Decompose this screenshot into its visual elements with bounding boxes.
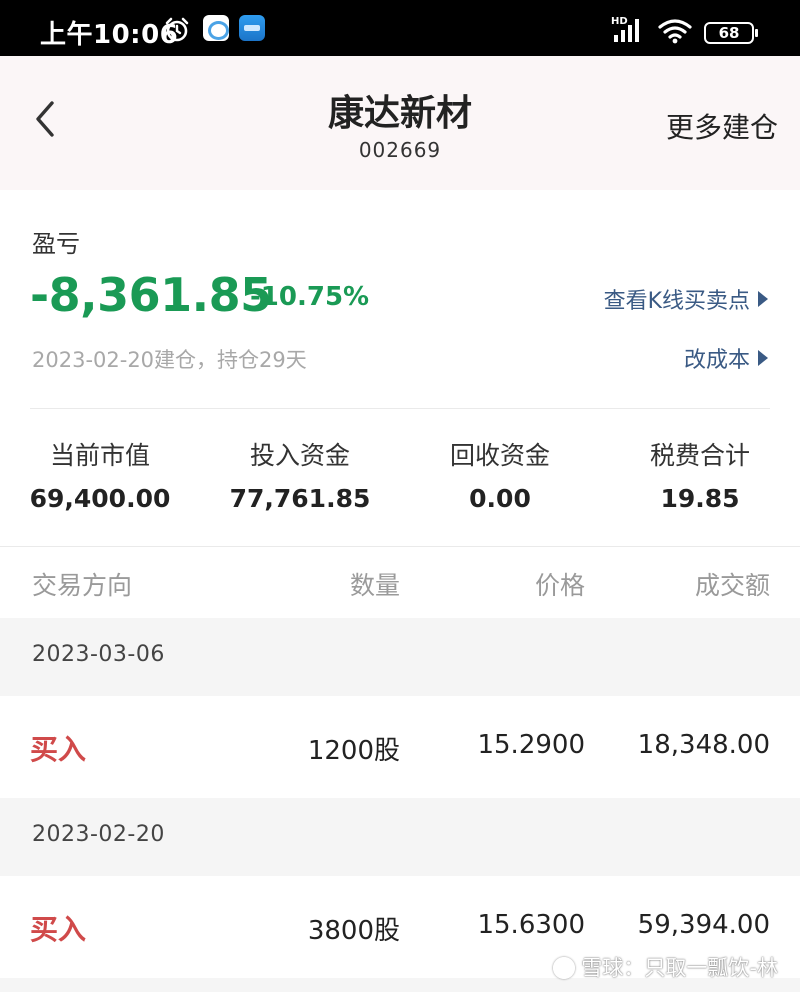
pnl-label: 盈亏: [32, 230, 80, 258]
watermark-text: 雪球：只取一瓢饮-林: [581, 956, 778, 980]
stat-label: 投入资金: [249, 441, 350, 470]
map-app-icon: [239, 15, 265, 41]
table-row[interactable]: 买入 1200股 15.2900 18,348.00: [0, 696, 800, 798]
view-kline-link[interactable]: 查看K线买卖点: [604, 283, 768, 315]
snowball-logo-icon: [553, 957, 576, 979]
stat-value: 77,761.85: [229, 484, 371, 513]
pnl-percent: -10.75%: [250, 282, 370, 312]
signal-icon: HD: [611, 16, 639, 42]
status-time: 上午10:06: [40, 20, 179, 50]
arrow-right-icon: [758, 350, 768, 366]
status-bar: 上午10:06 HD 68: [0, 0, 800, 56]
trade-quantity: 3800股: [307, 916, 400, 946]
stat-invested: 投入资金 77,761.85: [200, 436, 400, 513]
stat-value: 0.00: [469, 484, 531, 513]
battery-level: 68: [718, 24, 740, 42]
watermark: 雪球：只取一瓢饮-林: [553, 952, 778, 982]
trade-price: 15.2900: [477, 730, 585, 760]
trade-quantity: 1200股: [307, 736, 400, 766]
column-header-direction: 交易方向: [32, 571, 133, 600]
column-header-quantity: 数量: [349, 571, 400, 600]
pnl-amount: -8,361.85: [30, 268, 272, 322]
divider: [30, 408, 770, 409]
column-header-price: 价格: [534, 571, 585, 600]
position-build-info: 2023-02-20建仓，持仓29天: [32, 348, 307, 372]
edit-cost-label: 改成本: [683, 348, 750, 373]
page-header: 康达新材 002669 更多建仓: [0, 56, 800, 190]
stat-label: 税费合计: [649, 441, 750, 470]
trade-direction: 买入: [30, 733, 87, 766]
stat-recovered: 回收资金 0.00: [400, 436, 600, 513]
trade-date: 2023-02-20: [32, 822, 165, 847]
trade-direction: 买入: [30, 913, 87, 946]
stat-value: 19.85: [660, 484, 740, 513]
trade-amount: 59,394.00: [637, 910, 770, 940]
arrow-right-icon: [758, 291, 768, 307]
trade-price: 15.6300: [477, 910, 585, 940]
stat-fees: 税费合计 19.85: [600, 436, 800, 513]
more-positions-button[interactable]: 更多建仓: [666, 106, 778, 146]
trade-date: 2023-03-06: [32, 642, 165, 667]
date-group-header: 2023-02-20: [0, 798, 800, 876]
stat-label: 当前市值: [49, 441, 150, 470]
messaging-app-icon: [203, 15, 229, 41]
stat-label: 回收资金: [449, 441, 550, 470]
wifi-icon: [658, 19, 692, 44]
stat-market-value: 当前市值 69,400.00: [0, 436, 200, 513]
network-label: HD: [611, 16, 628, 27]
trade-amount: 18,348.00: [637, 730, 770, 760]
alarm-clock-icon: [165, 17, 189, 42]
date-group-header: 2023-03-06: [0, 618, 800, 696]
divider: [0, 546, 800, 547]
view-kline-label: 查看K线买卖点: [603, 289, 750, 314]
battery-icon: 68: [704, 22, 758, 44]
stat-value: 69,400.00: [29, 484, 171, 513]
column-header-amount: 成交额: [694, 571, 770, 600]
edit-cost-link[interactable]: 改成本: [684, 342, 768, 374]
